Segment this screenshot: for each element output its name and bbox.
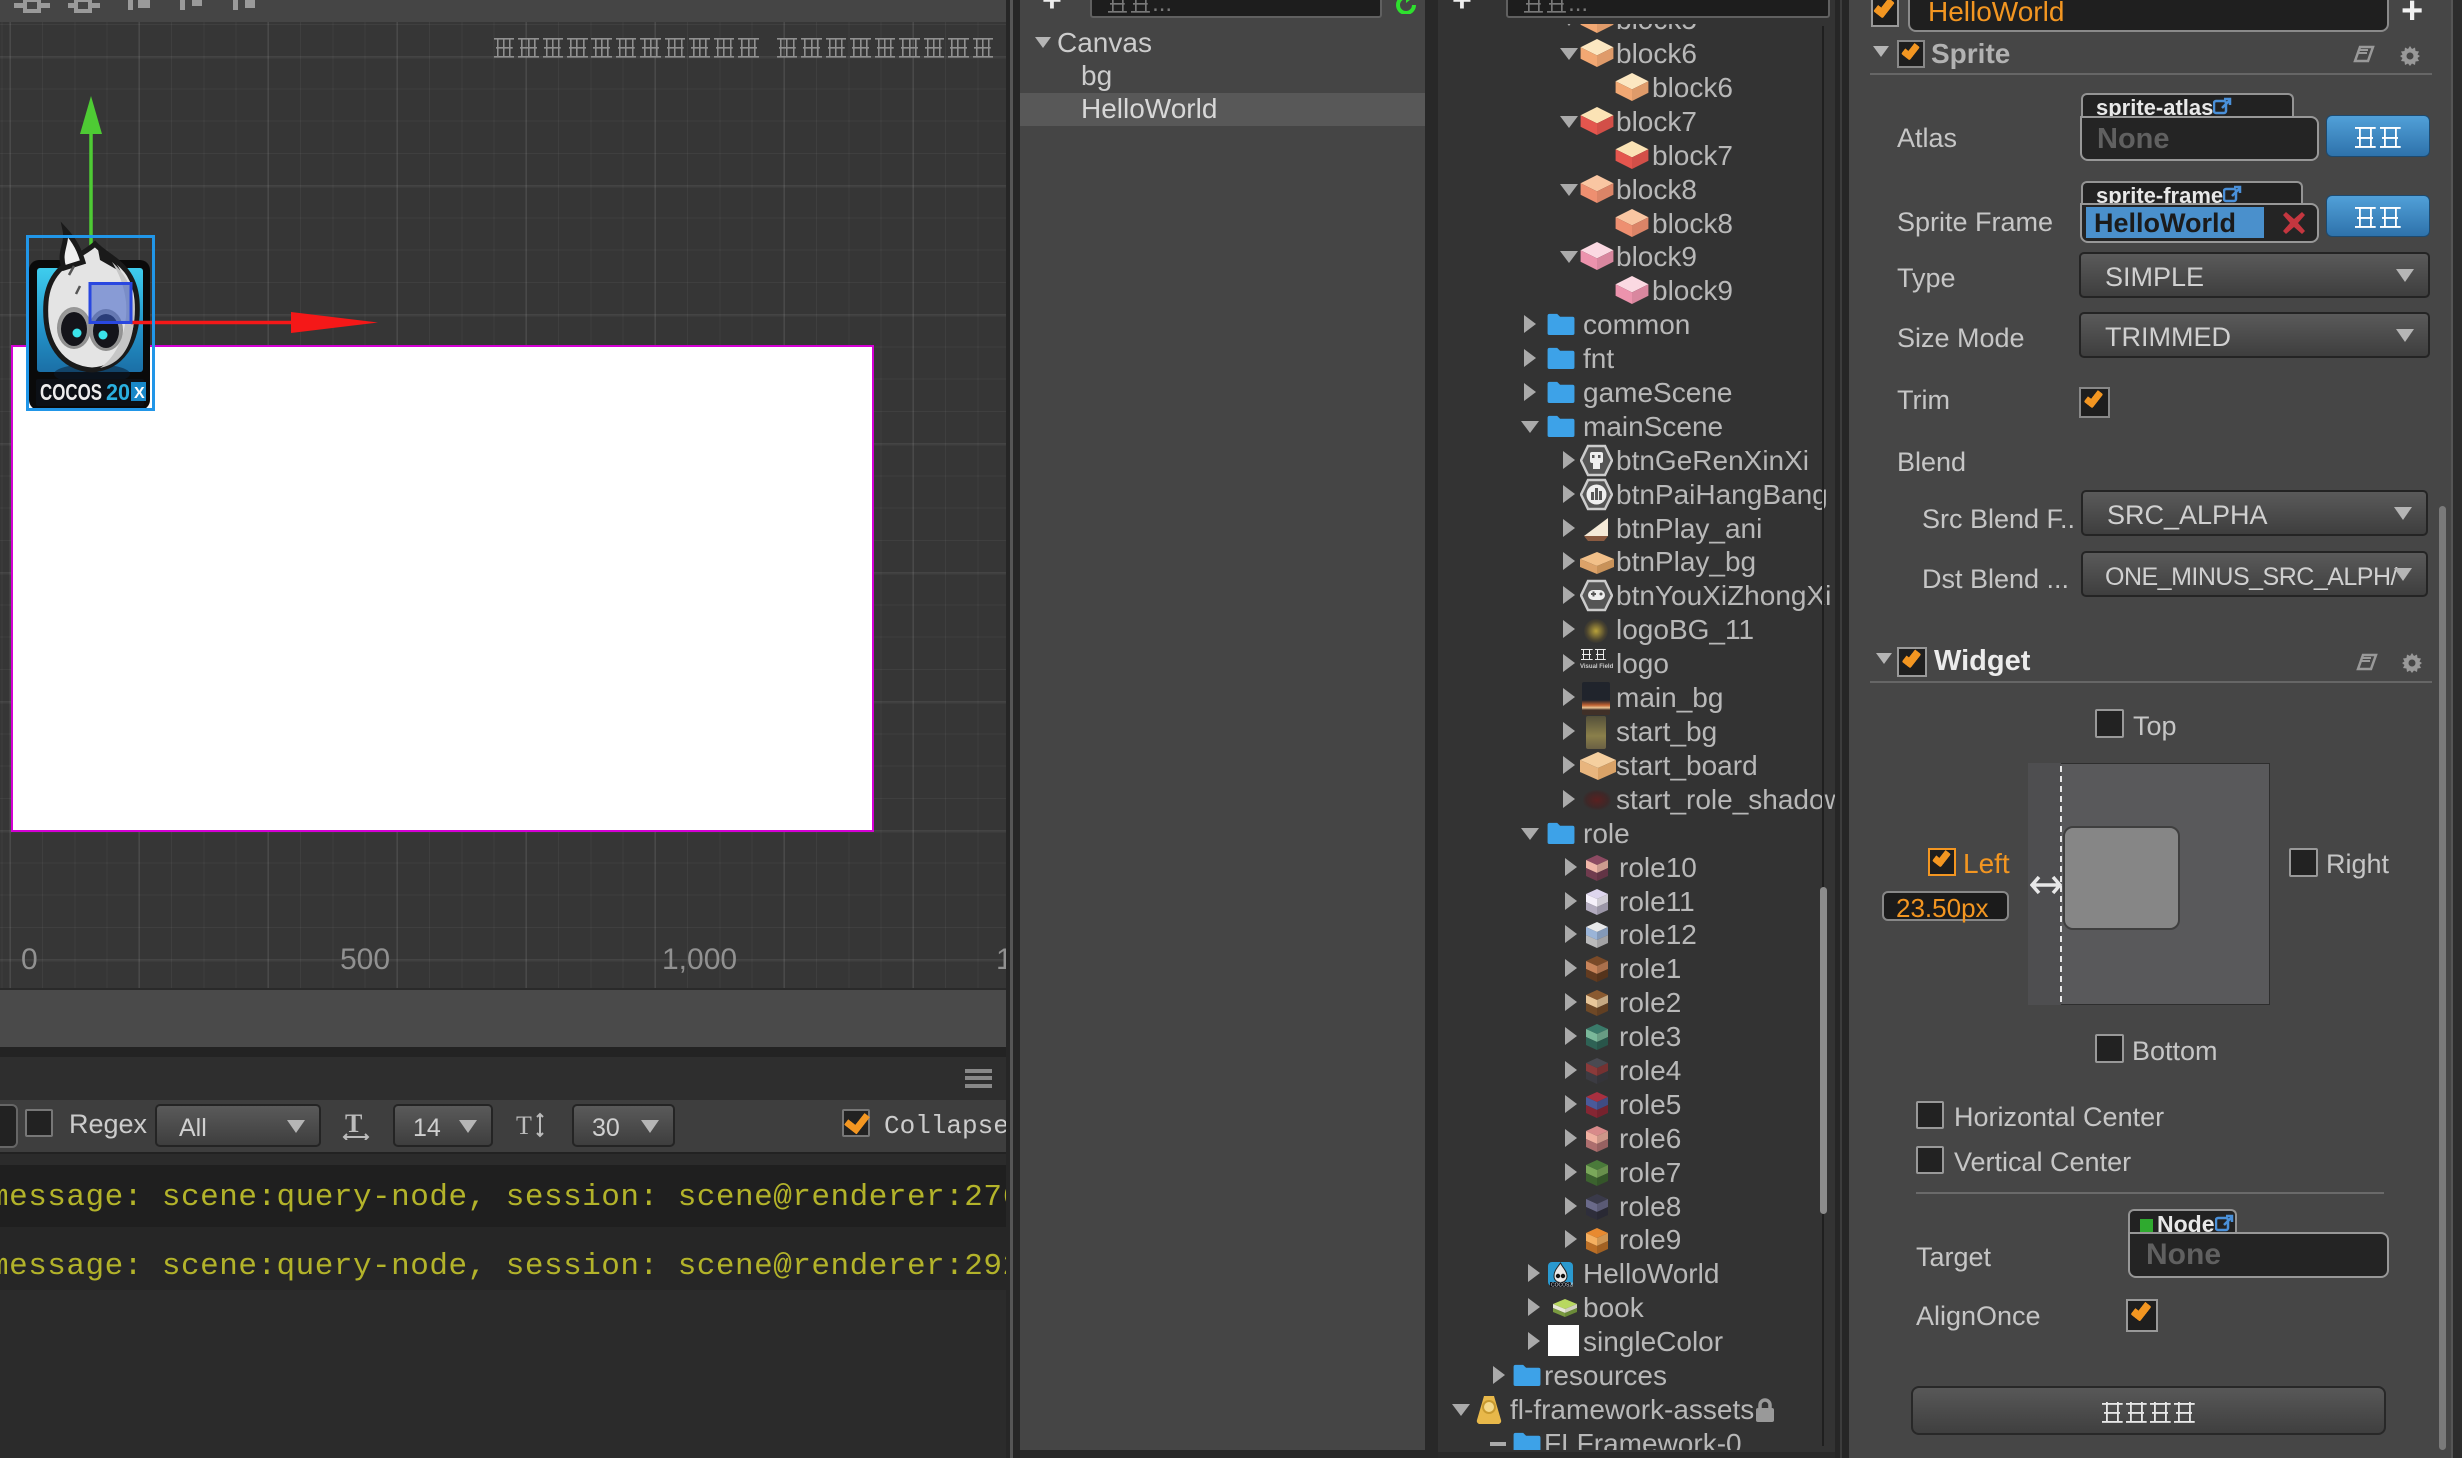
svg-text:T: T — [345, 1110, 362, 1138]
svg-text:X: X — [134, 385, 145, 402]
svg-text:COCOS: COCOS — [40, 379, 102, 405]
svg-text:T: T — [516, 1111, 532, 1140]
svg-text:20: 20 — [106, 379, 130, 405]
svg-text:COCOS2DX: COCOS2DX — [1551, 1283, 1573, 1289]
